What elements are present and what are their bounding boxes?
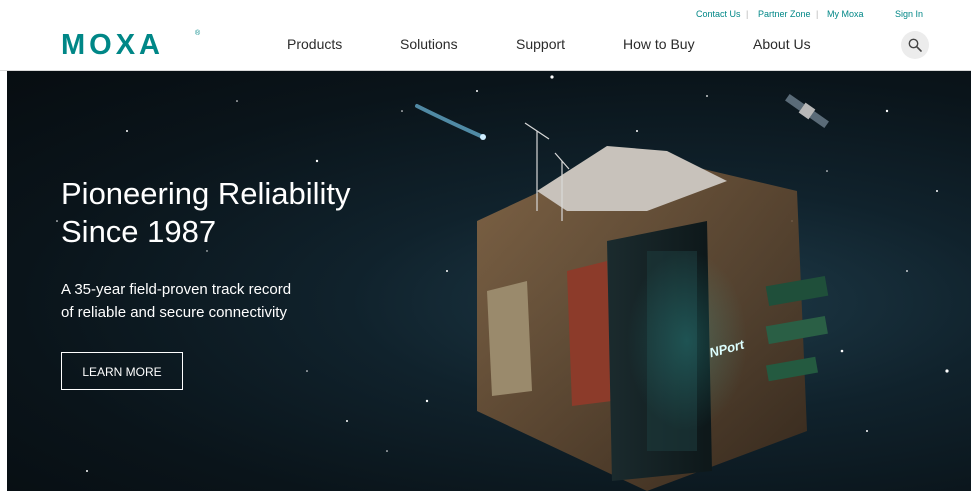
nav-item-solutions[interactable]: Solutions [400, 36, 458, 52]
hero-banner: NPort Pioneering Reliability Since 1987 … [7, 71, 971, 491]
nav-item-products[interactable]: Products [287, 36, 342, 52]
cube-world [477, 146, 829, 491]
learn-more-button[interactable]: LEARN MORE [61, 352, 183, 390]
main-nav: Products Solutions Support How to Buy Ab… [0, 36, 971, 56]
satellite [785, 93, 829, 129]
hero-subheadline-line-1: A 35-year field-proven track record [61, 281, 292, 298]
utility-link-partner-zone[interactable]: Partner Zone [758, 9, 811, 19]
hero-subheadline: A 35-year field-proven track record of r… [61, 278, 361, 324]
search-icon [908, 38, 922, 52]
top-navigation-bar: MOXA ® Contact Us | Partner Zone | My Mo… [0, 0, 971, 71]
nav-item-about-us[interactable]: About Us [753, 36, 811, 52]
hero-headline-line-1: Pioneering Reliability [61, 176, 351, 211]
search-button[interactable] [901, 31, 929, 59]
hero-headline: Pioneering Reliability Since 1987 [61, 175, 401, 251]
utility-links: Contact Us | Partner Zone | My Moxa Sign… [0, 9, 971, 23]
hero-headline-line-2: Since 1987 [61, 214, 217, 249]
utility-link-sign-in[interactable]: Sign In [895, 9, 923, 19]
nav-item-how-to-buy[interactable]: How to Buy [623, 36, 695, 52]
hero-subheadline-line-2: of reliable and secure connectivity [61, 304, 287, 321]
utility-link-contact-us[interactable]: Contact Us [696, 9, 741, 19]
utility-separator: | [816, 9, 819, 19]
utility-link-my-moxa[interactable]: My Moxa [827, 9, 864, 19]
nav-item-support[interactable]: Support [516, 36, 565, 52]
utility-separator: | [746, 9, 749, 19]
